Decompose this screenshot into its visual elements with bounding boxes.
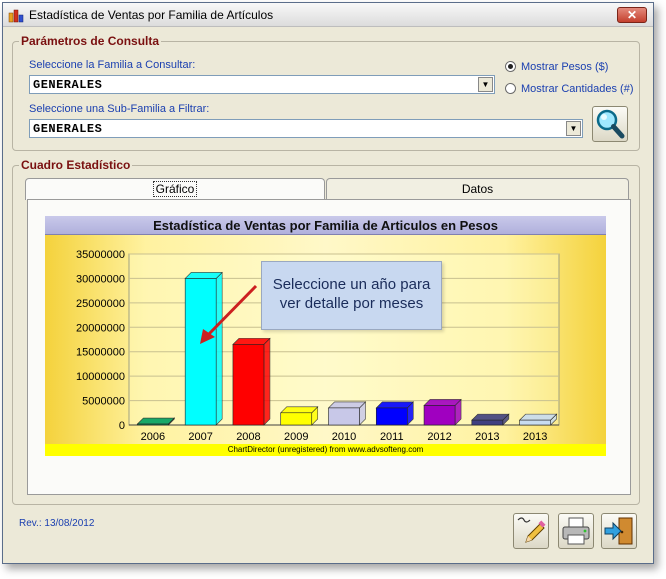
bar xyxy=(137,423,169,426)
bar-top xyxy=(423,399,462,406)
y-tick-label: 15000000 xyxy=(76,347,125,359)
radio-pesos-label[interactable]: Mostrar Pesos ($) xyxy=(521,61,608,73)
familia-label: Seleccione la Familia a Consultar: xyxy=(29,59,196,71)
cuadro-group-title: Cuadro Estadístico xyxy=(19,158,133,172)
bar-side xyxy=(215,271,223,426)
revision-label: Rev.: 13/08/2012 xyxy=(19,518,95,529)
x-tick-label: 2009 xyxy=(284,431,308,443)
window-title: Estadística de Ventas por Familia de Art… xyxy=(29,8,274,22)
y-tick-label: 35000000 xyxy=(76,249,125,261)
main-window: Estadística de Ventas por Familia de Art… xyxy=(2,2,654,564)
close-button[interactable]: ✕ xyxy=(617,7,647,23)
bar-top xyxy=(375,401,415,409)
radio-pesos[interactable] xyxy=(505,61,516,72)
y-tick-label: 0 xyxy=(119,420,125,432)
tab-datos[interactable]: Datos xyxy=(326,178,629,200)
radio-cantidades[interactable] xyxy=(505,83,516,94)
bar xyxy=(519,419,551,426)
y-tick-label: 20000000 xyxy=(76,322,125,334)
bar xyxy=(375,407,408,426)
bar-side xyxy=(263,337,271,426)
bar-top xyxy=(471,413,510,421)
exit-button[interactable] xyxy=(601,513,637,549)
edit-pencil-icon xyxy=(517,517,546,543)
bar-top xyxy=(232,338,271,345)
y-tick-label: 30000000 xyxy=(76,273,125,285)
exit-door-icon xyxy=(604,517,633,545)
bar xyxy=(328,407,360,426)
edit-button[interactable] xyxy=(513,513,549,549)
x-tick-label: 2006 xyxy=(141,431,165,443)
title-bar: Estadística de Ventas por Familia de Art… xyxy=(3,3,653,27)
tab-grafico-label: Gráfico xyxy=(152,181,198,197)
printer-icon xyxy=(562,517,590,545)
x-tick-label: 2008 xyxy=(236,431,260,443)
subfamilia-value: GENERALES xyxy=(33,122,103,136)
y-tick-label: 10000000 xyxy=(76,371,125,383)
bar xyxy=(232,344,265,426)
y-tick-label: 25000000 xyxy=(76,298,125,310)
x-tick-label: 2007 xyxy=(188,431,212,443)
x-tick-label: 2012 xyxy=(427,431,451,443)
radio-cantidades-label[interactable]: Mostrar Cantidades (#) xyxy=(521,83,634,95)
x-tick-label: 2011 xyxy=(380,431,404,443)
params-group-title: Parámetros de Consulta xyxy=(19,34,162,48)
bar xyxy=(280,412,313,426)
bar-top xyxy=(518,413,558,421)
subfamilia-select[interactable]: GENERALES ▼ xyxy=(29,119,583,138)
x-tick-label: 2013 xyxy=(475,431,499,443)
print-button[interactable] xyxy=(558,513,594,549)
app-icon xyxy=(8,9,24,23)
chevron-down-icon[interactable]: ▼ xyxy=(566,121,581,136)
chart-plot: 0 5000000 10000000 15000000 20000000 25000000… xyxy=(76,249,560,443)
chart-frame: Estadística de Ventas por Familia de Art… xyxy=(45,216,606,456)
bar-top xyxy=(184,272,223,279)
bar xyxy=(471,419,504,426)
bar-top xyxy=(279,406,319,414)
x-tick-label: 2013 xyxy=(523,431,547,443)
bar xyxy=(423,405,456,426)
magnifier-icon xyxy=(596,109,625,139)
bar-top xyxy=(136,417,176,425)
bar-top xyxy=(327,401,367,409)
familia-select[interactable]: GENERALES ▼ xyxy=(29,75,495,94)
subfamilia-label: Seleccione una Sub-Familia a Filtrar: xyxy=(29,103,210,115)
tab-grafico[interactable]: Gráfico xyxy=(25,178,325,200)
y-tick-label: 5000000 xyxy=(82,396,125,408)
chart-footer: ChartDirector (unregistered) from www.ad… xyxy=(45,444,606,456)
familia-value: GENERALES xyxy=(33,78,103,92)
chevron-down-icon[interactable]: ▼ xyxy=(478,77,493,92)
x-tick-label: 2010 xyxy=(332,431,356,443)
bar xyxy=(184,278,217,426)
tab-datos-label: Datos xyxy=(461,182,494,196)
callout-box: Seleccione un año para ver detalle por m… xyxy=(261,261,442,330)
search-button[interactable] xyxy=(592,106,628,142)
